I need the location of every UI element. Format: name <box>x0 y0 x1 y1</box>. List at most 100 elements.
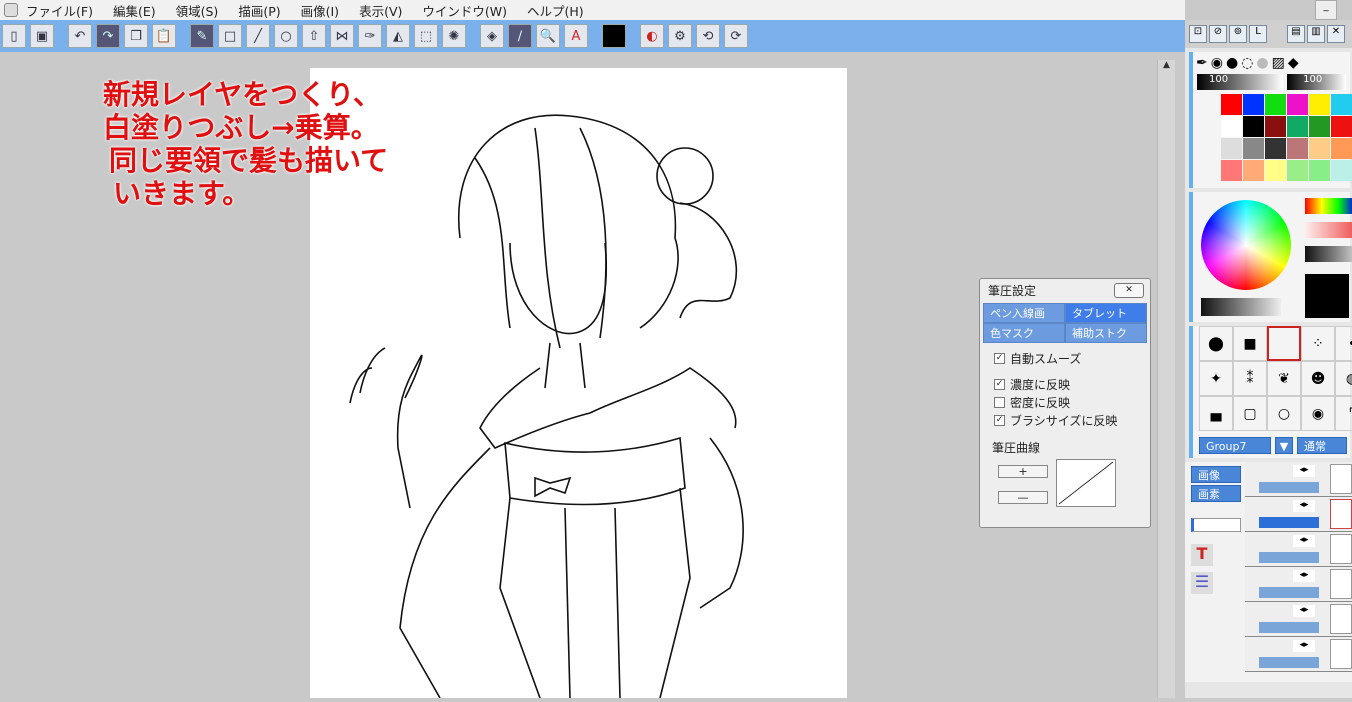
layer-item[interactable]: ◂▸ <box>1245 532 1352 567</box>
color-swatch[interactable] <box>1309 94 1330 115</box>
current-color-swatch[interactable] <box>602 24 626 48</box>
sparkle-brush-icon[interactable]: ✦ <box>1199 361 1233 396</box>
text-tool-icon[interactable]: A <box>564 24 588 48</box>
rectangle-tool-icon[interactable]: □ <box>218 24 242 48</box>
copy-icon[interactable]: ❐ <box>124 24 148 48</box>
target-brush-icon[interactable]: ◉ <box>1301 396 1335 431</box>
color-swatch[interactable] <box>1331 138 1352 159</box>
brush-size-checkbox[interactable]: ✓ ブラシサイズに反映 <box>994 411 1150 429</box>
tab-color-mask[interactable]: 色マスク <box>983 323 1065 343</box>
color-swatch[interactable] <box>1221 160 1242 181</box>
color-swatch[interactable] <box>1243 116 1264 137</box>
texture-brush-icon[interactable]: ⁘ <box>1301 326 1335 361</box>
size-slider[interactable]: 100 <box>1197 74 1284 90</box>
checkbox-box[interactable] <box>994 396 1005 408</box>
scatter-brush-icon[interactable]: ⁑ <box>1233 361 1267 396</box>
color-swatch[interactable] <box>1265 94 1286 115</box>
redo-icon[interactable]: ↷ <box>96 24 120 48</box>
gradient-brush-icon[interactable]: ▄ <box>1199 396 1233 431</box>
brush-settings-icon[interactable]: ⚙ <box>668 24 692 48</box>
color-swatch[interactable] <box>1287 160 1308 181</box>
pen-icon[interactable]: ✒ <box>1196 55 1208 71</box>
round-gray-brush-icon[interactable]: ◍ <box>1335 361 1352 396</box>
visibility-toggle-icon[interactable]: ◂▸ <box>1293 570 1315 582</box>
polygon-tool-icon[interactable]: ⇧ <box>302 24 326 48</box>
curve-plus-button[interactable]: + <box>998 465 1048 478</box>
visibility-toggle-icon[interactable]: ◂▸ <box>1293 535 1315 547</box>
line-tool-icon[interactable]: ╱ <box>246 24 270 48</box>
layer-name-input[interactable] <box>1191 518 1241 532</box>
layer-add-button[interactable]: 画像 <box>1191 466 1241 483</box>
blob-brush-icon[interactable]: ● <box>1226 55 1238 71</box>
color-swatch[interactable] <box>1287 94 1308 115</box>
panel-button-icon[interactable]: ⊡ <box>1189 25 1207 43</box>
color-swatch[interactable] <box>1331 116 1352 137</box>
app-icon[interactable] <box>4 3 18 17</box>
color-swatch[interactable] <box>1243 138 1264 159</box>
dropper-icon[interactable]: ✑ <box>358 24 382 48</box>
menu-edit[interactable]: 編集(E) <box>113 1 156 20</box>
square-brush-icon[interactable]: ■ <box>1233 326 1267 361</box>
lasso-icon[interactable]: ◌ <box>1241 55 1253 71</box>
zoom-icon[interactable]: 🔍 <box>536 24 560 48</box>
panel-button-icon[interactable]: ⊘ <box>1209 25 1227 43</box>
auto-smooth-checkbox[interactable]: ✓ 自動スムーズ <box>994 349 1150 367</box>
checkbox-box[interactable]: ✓ <box>994 414 1005 426</box>
color-swatch[interactable] <box>1243 160 1264 181</box>
blend-icon[interactable]: ◈ <box>480 24 504 48</box>
eraser-icon[interactable]: ◆ <box>1288 55 1299 71</box>
color-swatch[interactable] <box>1221 138 1242 159</box>
checkbox-box[interactable]: ✓ <box>994 352 1005 364</box>
menu-file[interactable]: ファイル(F) <box>26 1 93 20</box>
chevron-down-icon[interactable]: ▼ <box>1275 437 1293 454</box>
close-icon[interactable]: ✕ <box>1327 25 1345 43</box>
hue-slider[interactable] <box>1305 198 1352 214</box>
menu-image[interactable]: 画像(I) <box>301 1 339 20</box>
color-swatch[interactable] <box>1331 94 1352 115</box>
dot-brush-icon[interactable]: • <box>1335 326 1352 361</box>
save-icon[interactable]: ▣ <box>30 24 54 48</box>
ring-brush-icon[interactable]: ○ <box>1267 396 1301 431</box>
tab-assist-stroke[interactable]: 補助ストク <box>1065 323 1147 343</box>
tab-pen-lineart[interactable]: ペン入線画 <box>983 303 1065 323</box>
layer-item[interactable]: ◂▸ <box>1245 637 1352 672</box>
fill-bucket-icon[interactable]: ◭ <box>386 24 410 48</box>
density-checkbox[interactable]: ✓ 濃度に反映 <box>994 375 1150 393</box>
color-swatch[interactable] <box>1265 160 1286 181</box>
empty-brush-icon[interactable] <box>1267 326 1301 361</box>
opacity-slider[interactable]: 100 <box>1287 74 1346 90</box>
visibility-toggle-icon[interactable]: ◂▸ <box>1293 605 1315 617</box>
color-swatch[interactable] <box>1221 116 1242 137</box>
minimize-button[interactable]: _ <box>1315 0 1337 20</box>
pen-tool-icon[interactable]: ✎ <box>190 24 214 48</box>
smudge-icon[interactable]: ∕ <box>508 24 532 48</box>
color-swatch[interactable] <box>1265 116 1286 137</box>
menu-draw[interactable]: 描画(P) <box>238 1 280 20</box>
magic-wand-icon[interactable]: ✺ <box>442 24 466 48</box>
panel-button-icon[interactable]: ▤ <box>1287 25 1305 43</box>
rotate-left-icon[interactable]: ⟲ <box>696 24 720 48</box>
layer-copy-icon[interactable]: ▨ <box>1272 55 1285 71</box>
visibility-toggle-icon[interactable]: ◂▸ <box>1293 465 1315 477</box>
panel-button-icon[interactable]: ⊚ <box>1229 25 1247 43</box>
menu-selection[interactable]: 領域(S) <box>176 1 219 20</box>
brightness-slider[interactable] <box>1305 246 1352 262</box>
color-swatch[interactable] <box>1243 94 1264 115</box>
color-swatch[interactable] <box>1309 138 1330 159</box>
value-slider[interactable] <box>1201 298 1281 316</box>
layer-item[interactable]: ◂▸ <box>1245 567 1352 602</box>
curve-minus-button[interactable]: — <box>998 491 1048 504</box>
paste-icon[interactable]: 📋 <box>152 24 176 48</box>
menu-window[interactable]: ウインドウ(W) <box>422 1 507 20</box>
color-swatch[interactable] <box>1309 116 1330 137</box>
brush-group-select[interactable]: Group7 <box>1199 437 1271 454</box>
blend-mode-button[interactable]: 通常 <box>1297 437 1347 454</box>
panel-button-icon[interactable]: L <box>1249 25 1267 43</box>
visibility-toggle-icon[interactable]: ◂▸ <box>1293 640 1315 652</box>
airbrush-icon[interactable]: ◉ <box>1211 55 1223 71</box>
panel-button-icon[interactable]: ▥ <box>1307 25 1325 43</box>
color-swatch[interactable] <box>1287 138 1308 159</box>
vertical-scrollbar[interactable]: ▲ <box>1157 60 1175 698</box>
undo-icon[interactable]: ↶ <box>68 24 92 48</box>
layer-item[interactable]: ◂▸ <box>1245 462 1352 497</box>
